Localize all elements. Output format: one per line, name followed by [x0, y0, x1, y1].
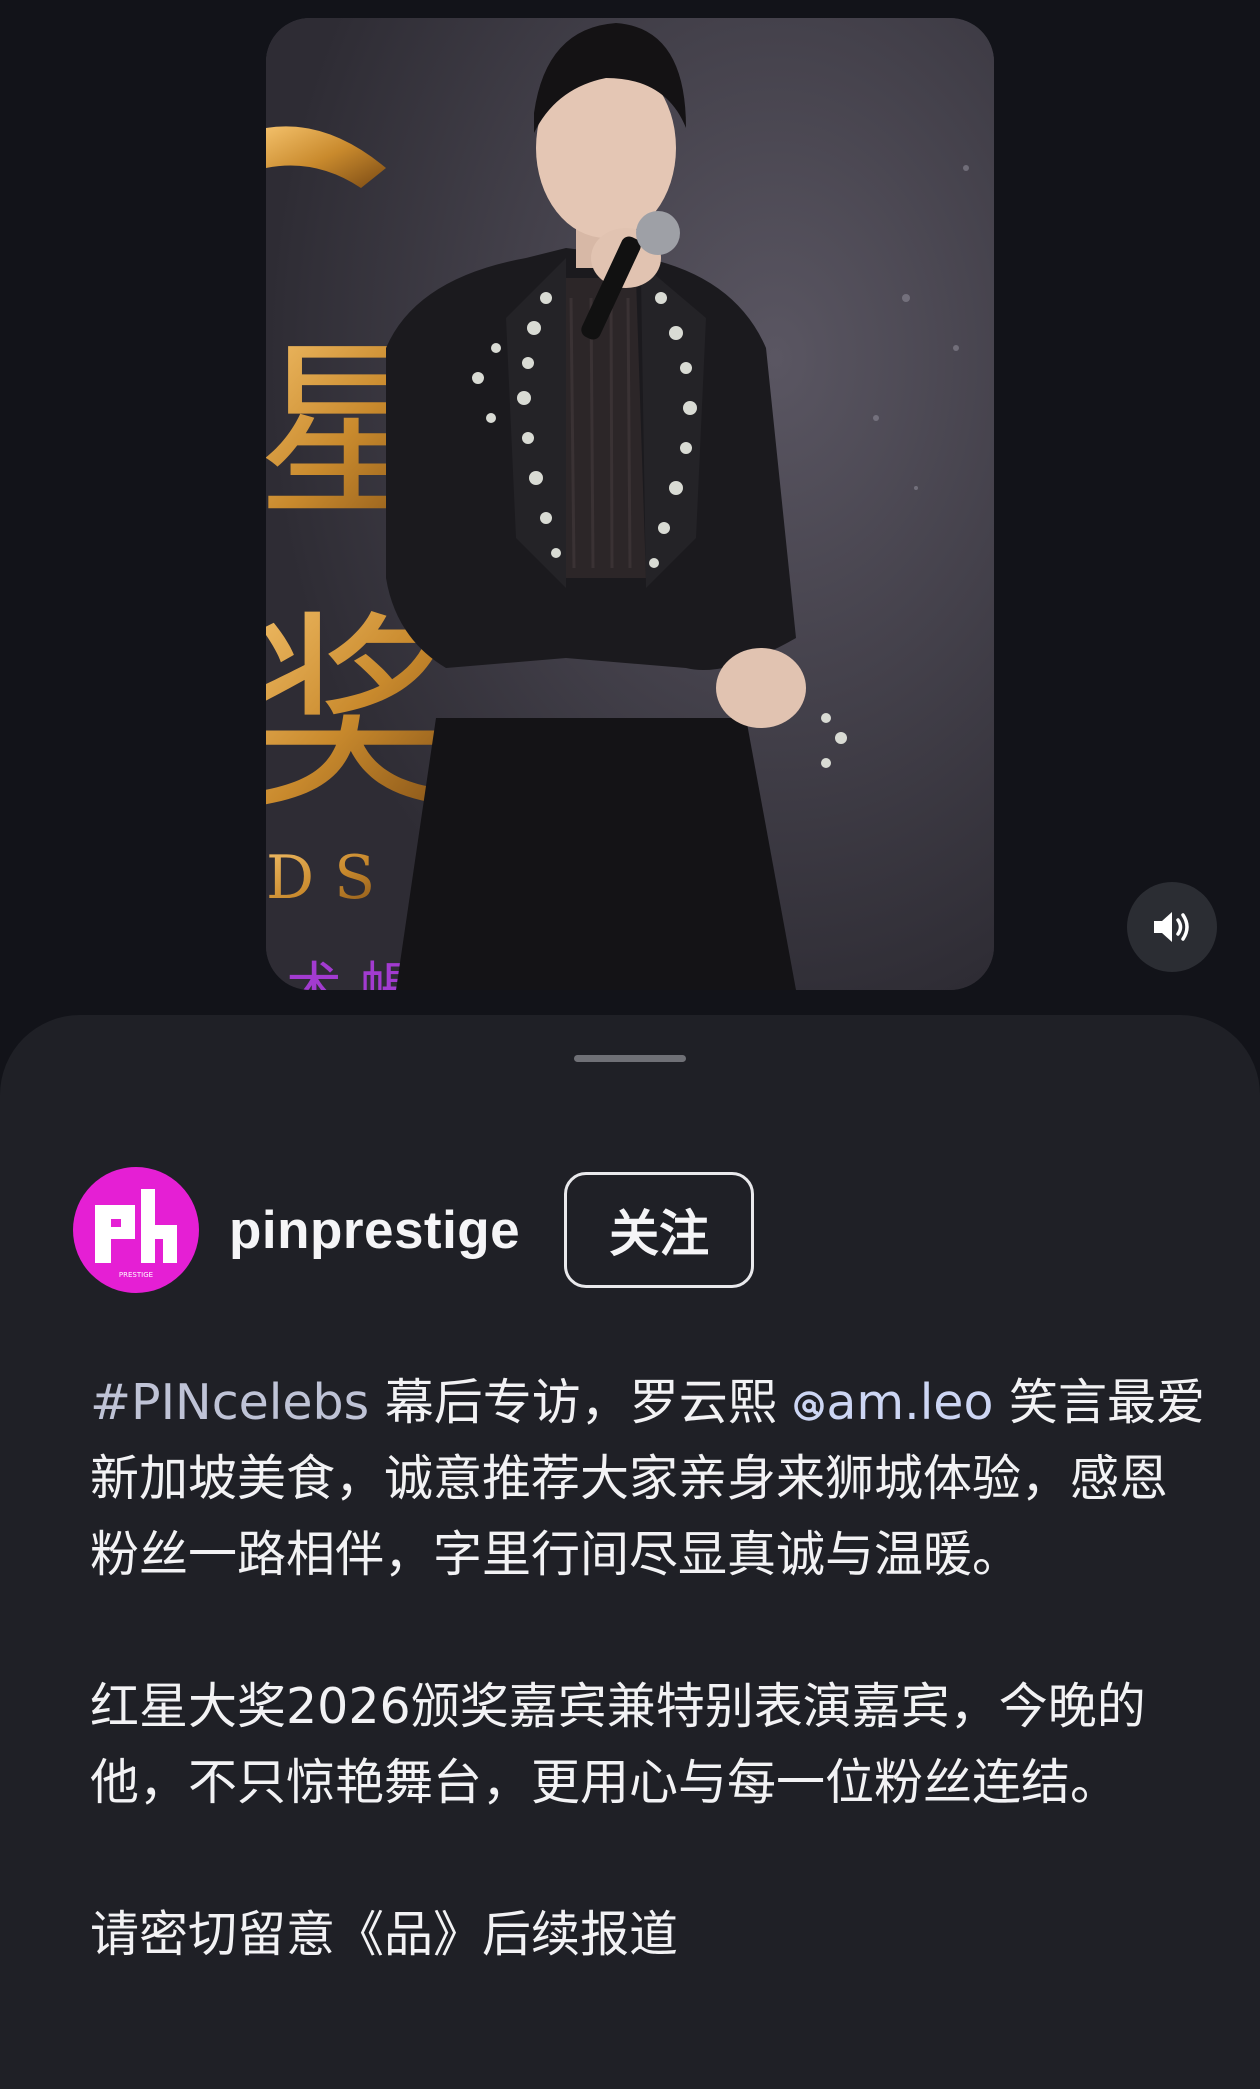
video-frame-illustration: 星 奖 DS 术 帳 [266, 18, 994, 990]
mention-link[interactable]: am.leo [826, 1374, 993, 1431]
svg-text:术 帳: 术 帳 [286, 957, 416, 990]
speaker-volume-icon [1154, 912, 1189, 942]
author-row: PRESTIGE pinprestige 关注 [73, 1165, 755, 1295]
caption-paragraph-2: 红星大奖2026颁奖嘉宾兼特别表演嘉宾，今晚的他，不只惊艳舞台，更用心与每一位粉… [90, 1678, 1146, 1811]
media-area: 星 奖 DS 术 帳 [0, 0, 1260, 1020]
caption-paragraph-3: 请密切留意《品》后续报道 [90, 1906, 679, 1963]
svg-text:DS: DS [266, 843, 395, 913]
pinprestige-logo-icon: PRESTIGE [95, 1189, 177, 1279]
hashtag-link[interactable]: #PINcelebs [90, 1374, 369, 1431]
post-caption: #PINcelebs 幕后专访，罗云熙 am.leo 笑言最爱新加坡美食，诚意推… [90, 1365, 1210, 1973]
author-username[interactable]: pinprestige [229, 1200, 520, 1261]
post-detail-sheet: PRESTIGE pinprestige 关注 #PINcelebs 幕后专访，… [0, 1015, 1260, 2089]
follow-button[interactable]: 关注 [564, 1172, 755, 1288]
svg-text:PRESTIGE: PRESTIGE [119, 1271, 153, 1279]
avatar[interactable]: PRESTIGE [73, 1167, 199, 1293]
caption-paragraph-1: #PINcelebs 幕后专访，罗云熙 am.leo 笑言最爱新加坡美食，诚意推… [90, 1365, 1210, 1593]
mute-toggle-button[interactable] [1127, 882, 1217, 972]
sheet-drag-handle[interactable] [574, 1055, 686, 1062]
threads-at-icon [792, 1374, 826, 1431]
video-player[interactable]: 星 奖 DS 术 帳 [266, 18, 994, 990]
caption-text: 幕后专访，罗云熙 [369, 1374, 793, 1431]
